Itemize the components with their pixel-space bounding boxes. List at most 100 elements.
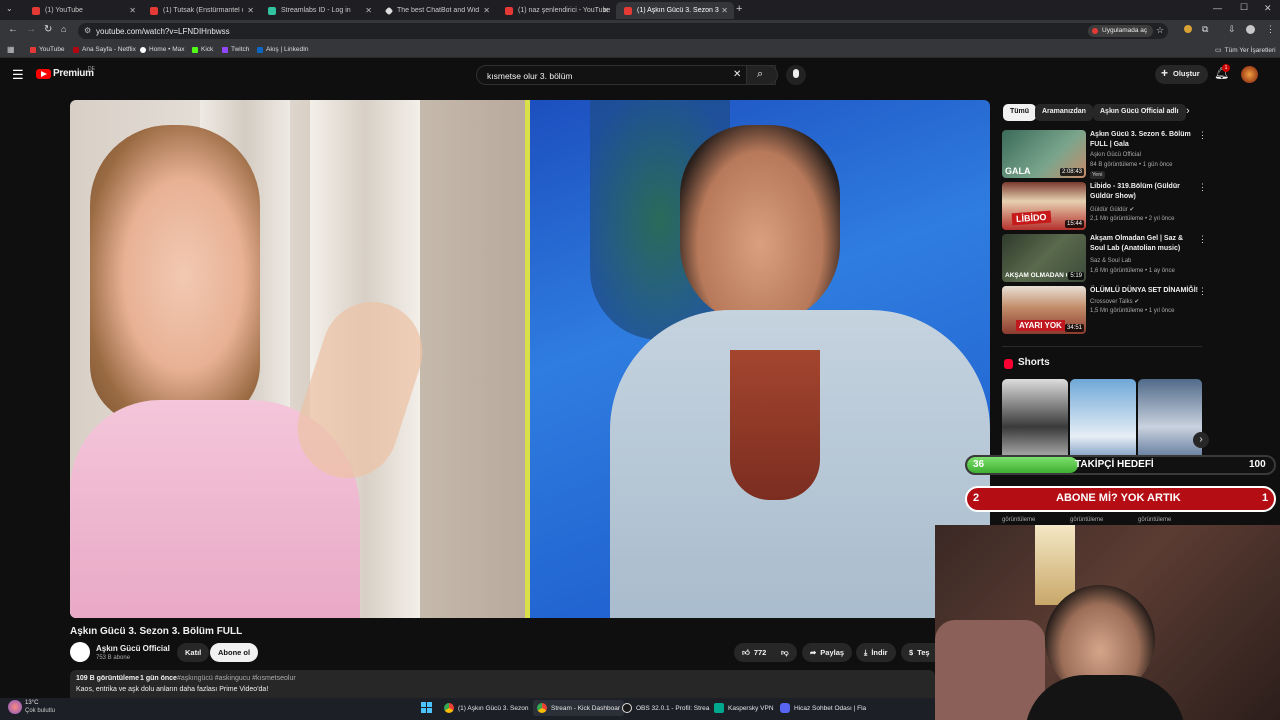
subscriber-count: 753 B abone xyxy=(96,655,131,661)
minimize-icon[interactable]: — xyxy=(1213,3,1222,13)
extensions-puzzle-icon[interactable]: ⧉ xyxy=(1202,24,1208,35)
download-button[interactable]: ⤓ İndir xyxy=(856,643,896,662)
taskbar-item-label: Stream - Kick Dashboar xyxy=(551,704,620,712)
close-tab-icon[interactable]: ✕ xyxy=(483,6,490,15)
tab-chatbot[interactable]: The best ChatBot and Widgets ✕ xyxy=(378,2,496,19)
webcam-overlay xyxy=(935,525,1280,720)
short-views: görüntüleme xyxy=(1138,517,1172,523)
more-options-icon[interactable]: ⋮ xyxy=(1198,234,1207,245)
share-button[interactable]: ➦ Paylaş xyxy=(802,643,853,662)
channel-name[interactable]: Aşkın Gücü Official xyxy=(96,644,170,653)
close-tab-icon[interactable]: ✕ xyxy=(602,6,609,15)
like-button[interactable]: 👍︎ 772 xyxy=(734,643,775,662)
video-thumbnail: AKŞAM OLMADAN GEL5:19 xyxy=(1002,234,1086,282)
site-info-icon[interactable]: ⚙ xyxy=(84,26,91,35)
bookmark-twitch[interactable]: Twitch xyxy=(222,46,249,53)
hashtags[interactable]: #aşkıngücü #askingucu #kısmetseolur xyxy=(177,675,296,682)
chip-from-search[interactable]: Aramanızdan xyxy=(1035,104,1093,121)
voice-search-button[interactable] xyxy=(786,65,806,85)
chevron-right-icon[interactable]: › xyxy=(1186,105,1190,117)
bookmark-netflix[interactable]: Ana Sayfa - Netflix xyxy=(73,46,136,53)
subscribe-button[interactable]: Abone ol xyxy=(210,643,259,662)
streamlabs-favicon-icon xyxy=(268,6,276,15)
forward-arrow-icon[interactable]: → xyxy=(26,24,36,35)
taskbar-item-kaspersky[interactable]: Kaspersky VPN xyxy=(714,703,774,713)
apps-grid-icon[interactable]: ▦ xyxy=(7,45,15,54)
thanks-button[interactable]: $ Teş xyxy=(901,643,935,662)
max-icon xyxy=(140,46,146,53)
chip-all[interactable]: Tümü xyxy=(1003,104,1037,121)
chip-channel[interactable]: Aşkın Gücü Official adlı xyxy=(1093,104,1186,121)
search-input[interactable]: kısmetse olur 3. bölüm ✕ xyxy=(476,65,776,85)
bookmark-youtube[interactable]: YouTube xyxy=(30,46,65,53)
bookmark-linkedin[interactable]: Akış | LinkedIn xyxy=(257,46,309,53)
open-in-app-button[interactable]: Uygulamada aç xyxy=(1088,25,1154,37)
more-options-icon[interactable]: ⋮ xyxy=(1198,286,1207,297)
taskbar-item-obs[interactable]: OBS 32.0.1 - Profil: Strea xyxy=(622,703,709,713)
description-box[interactable]: 109 B görüntüleme 1 gün önce #aşkıngücü … xyxy=(70,670,935,698)
weather-icon[interactable] xyxy=(8,700,22,714)
tab-youtube[interactable]: (1) YouTube ✕ xyxy=(24,2,142,19)
youtube-logo-icon[interactable] xyxy=(36,69,51,79)
account-avatar[interactable] xyxy=(1241,66,1258,83)
recommendation-title: Akşam Olmadan Gel | Saz & Soul Lab (Anat… xyxy=(1090,235,1183,252)
recommendation-item[interactable]: LİBİDO 15:44 Libido - 319.Bölüm (Güldür G… xyxy=(1002,182,1207,230)
couch-shape xyxy=(935,620,1045,720)
share-arrow-icon: ➦ xyxy=(810,648,817,657)
tab-naz[interactable]: (1) naz şenlendirici - YouTube ✕ xyxy=(497,2,615,19)
more-options-icon[interactable]: ⋮ xyxy=(1198,130,1207,141)
profile-avatar[interactable] xyxy=(1246,25,1255,34)
close-tab-icon[interactable]: ✕ xyxy=(365,6,372,15)
search-button[interactable]: ⌕ xyxy=(746,65,778,85)
close-tab-icon[interactable]: ✕ xyxy=(129,6,136,15)
home-icon[interactable]: ⌂ xyxy=(61,24,66,34)
new-tab-plus-icon[interactable]: + xyxy=(736,3,742,15)
video-player[interactable] xyxy=(70,100,990,618)
dislike-button[interactable]: 👎︎ xyxy=(773,643,797,662)
url-field[interactable]: ⚙ youtube.com/watch?v=LFNDIHnbwss Uygula… xyxy=(78,23,1168,39)
extension-icon[interactable] xyxy=(1184,25,1192,33)
bookmark-star-icon[interactable]: ☆ xyxy=(1156,25,1164,36)
create-button[interactable]: + Oluştur xyxy=(1155,65,1208,84)
tab-streamlabs[interactable]: Streamlabs ID - Log in ✕ xyxy=(260,2,378,19)
recommendation-item[interactable]: GALA 2:08:43 Aşkın Gücü 3. Sezon 6. Bölüm… xyxy=(1002,130,1207,179)
channel-avatar[interactable] xyxy=(70,642,90,662)
download-label: İndir xyxy=(871,648,888,657)
clear-search-icon[interactable]: ✕ xyxy=(733,69,741,80)
all-bookmarks[interactable]: ▭ Tüm Yer İşaretleri xyxy=(1215,46,1276,55)
close-window-icon[interactable]: ✕ xyxy=(1264,3,1272,14)
open-in-app-label: Uygulamada aç xyxy=(1102,27,1148,34)
windows-start-icon[interactable] xyxy=(421,702,433,714)
taskbar-item-chrome-youtube[interactable]: (1) Aşkın Gücü 3. Sezon xyxy=(444,703,528,713)
bookmark-kick[interactable]: Kick xyxy=(192,46,213,53)
more-options-icon[interactable]: ⋮ xyxy=(1198,182,1207,193)
youtube-favicon-icon xyxy=(505,6,513,15)
close-tab-icon[interactable]: ✕ xyxy=(721,6,728,15)
tab-tutsak[interactable]: (1) Tutsak (Enstürmantel cover) ✕ xyxy=(142,2,260,19)
taskbar-item-discord[interactable]: Hicaz Sohbet Odası | Fla xyxy=(780,703,866,713)
maximize-icon[interactable]: ☐ xyxy=(1240,2,1248,13)
recommendation-item[interactable]: AYARI YOK 34:51 ÖLÜMLÜ DÜNYA SET DİNAMİĞİ… xyxy=(1002,286,1207,334)
search-value: kısmetse olur 3. bölüm xyxy=(487,71,573,81)
short-views: görüntüleme xyxy=(1002,517,1036,523)
hamburger-menu-icon[interactable]: ☰ xyxy=(12,67,24,83)
bookmark-max[interactable]: Home • Max xyxy=(140,46,185,53)
plus-icon: + xyxy=(1161,66,1169,80)
search-icon: ⌕ xyxy=(757,68,764,80)
taskbar-item-chrome-kick[interactable]: Stream - Kick Dashboar xyxy=(533,700,624,716)
weather-temp: 13°C xyxy=(25,700,39,706)
follower-goal-label: TAKİPÇİ HEDEFİ xyxy=(1075,459,1154,470)
tab-askin-gucu[interactable]: (1) Aşkın Gücü 3. Sezon 3. B ✕ xyxy=(616,2,734,19)
back-arrow-icon[interactable]: ← xyxy=(8,24,18,35)
close-tab-icon[interactable]: ✕ xyxy=(247,6,254,15)
man-head-shape xyxy=(680,125,840,325)
shorts-next-chevron-icon[interactable]: › xyxy=(1193,432,1209,448)
browser-tab-bar: ⌄ (1) YouTube ✕ (1) Tutsak (Enstürmantel … xyxy=(0,0,1280,20)
download-icon[interactable]: ⇩ xyxy=(1228,24,1236,35)
recommendation-item[interactable]: AKŞAM OLMADAN GEL5:19 Akşam Olmadan Gel … xyxy=(1002,234,1207,282)
browser-menu-icon[interactable]: ⋮ xyxy=(1266,24,1275,35)
tab-list-chevron-icon[interactable]: ⌄ xyxy=(6,4,13,13)
reload-icon[interactable]: ↻ xyxy=(44,24,52,35)
twitch-icon xyxy=(222,46,228,53)
join-button[interactable]: Katıl xyxy=(177,643,210,662)
